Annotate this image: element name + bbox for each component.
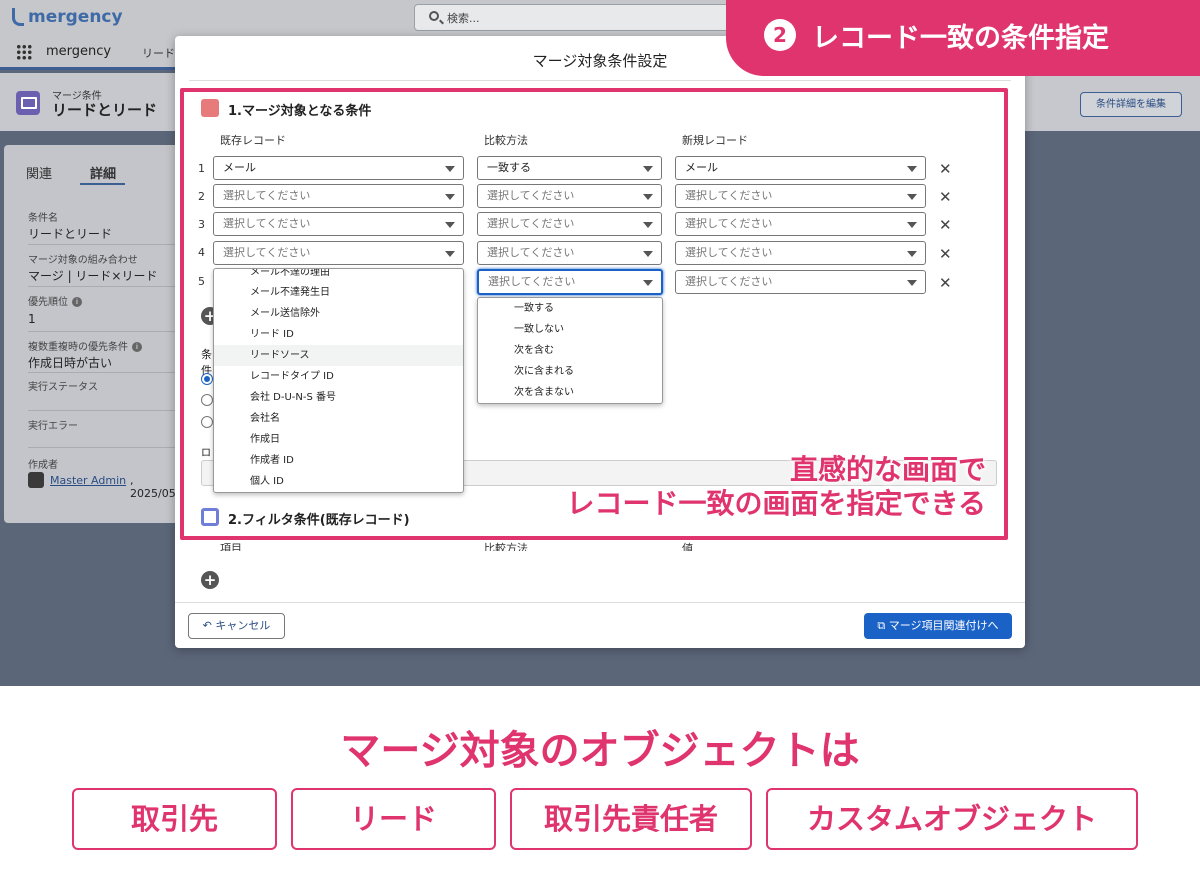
search-icon (429, 11, 439, 21)
step-number: 2 (764, 19, 796, 51)
object-chip-account: 取引先 (72, 788, 277, 850)
created-date: , 2025/05 (130, 474, 176, 500)
divider (28, 286, 178, 287)
field-value: マージ | リード×リード (28, 269, 158, 283)
avatar (28, 472, 44, 488)
logo-icon (12, 8, 24, 26)
field-label: 条件名 (28, 213, 58, 224)
record-type-icon (16, 91, 40, 115)
divider (28, 447, 178, 448)
column-header-compare: 比較方法 (484, 542, 528, 551)
edit-conditions-button[interactable]: 条件詳細を編集 (1080, 92, 1182, 117)
global-search[interactable]: 検索... (414, 4, 744, 31)
info-icon[interactable]: i (72, 297, 82, 307)
divider (28, 331, 178, 332)
undo-icon: ↶ (202, 619, 216, 632)
record-title: リードとリード (52, 101, 158, 119)
step-title: レコード一致の条件指定 (812, 23, 1109, 54)
column-header-item: 項目 (220, 542, 242, 551)
step-banner: 2 レコード一致の条件指定 (726, 0, 1200, 76)
cancel-label: キャンセル (215, 619, 271, 632)
divider (175, 602, 1025, 603)
next-button[interactable]: ⧉ マージ項目関連付けへ (864, 613, 1012, 639)
tab-related[interactable]: 関連 (26, 163, 52, 182)
field-label: 実行エラー (28, 421, 78, 432)
field-label: 実行ステータス (28, 382, 98, 393)
nav-item-leads[interactable]: リード (142, 45, 175, 61)
object-chip-custom: カスタムオブジェクト (766, 788, 1138, 850)
field-label: 作成者 (28, 460, 58, 471)
add-filter-icon[interactable]: + (201, 571, 219, 589)
highlight-frame (180, 88, 1008, 540)
cancel-button[interactable]: ↶ キャンセル (188, 613, 285, 639)
column-header-value: 値 (682, 542, 693, 551)
detail-panel: 関連 詳細 条件名 リードとリード マージ対象の組み合わせ マージ | リード×… (4, 145, 180, 523)
field-label-text: 複数重複時の優先条件 (28, 342, 128, 353)
creator-link[interactable]: Master Admin (50, 474, 126, 487)
field-label: マージ対象の組み合わせ (28, 255, 138, 266)
divider (28, 244, 178, 245)
copy-icon: ⧉ (877, 619, 889, 632)
search-placeholder: 検索... (447, 12, 480, 25)
promo-title: マージ対象のオブジェクトは (340, 728, 860, 774)
page: { "banner": {"number": "2", "text": "レコー… (0, 0, 1200, 884)
object-chip-lead: リード (291, 788, 496, 850)
promo-footer: マージ対象のオブジェクトは 取引先 リード 取引先責任者 カスタムオブジェクト (0, 686, 1200, 884)
nav-app-name: mergency (46, 44, 112, 59)
app-launcher-icon[interactable] (16, 44, 32, 60)
tab-details[interactable]: 詳細 (90, 163, 116, 182)
divider (189, 80, 1011, 81)
field-value: 作成日時が古い (28, 356, 113, 370)
divider (28, 372, 178, 373)
object-chip-contact: 取引先責任者 (510, 788, 752, 850)
next-label: マージ項目関連付けへ (888, 619, 999, 632)
divider (28, 410, 178, 411)
field-value: リードとリード (28, 227, 113, 241)
field-value: 1 (28, 312, 36, 326)
logo: mergency (28, 7, 123, 27)
field-label-text: 優先順位 (28, 297, 68, 308)
field-label: 複数重複時の優先条件 i (28, 338, 142, 353)
info-icon[interactable]: i (132, 342, 142, 352)
field-label: 優先順位 i (28, 293, 82, 308)
active-tab-indicator (80, 183, 125, 185)
